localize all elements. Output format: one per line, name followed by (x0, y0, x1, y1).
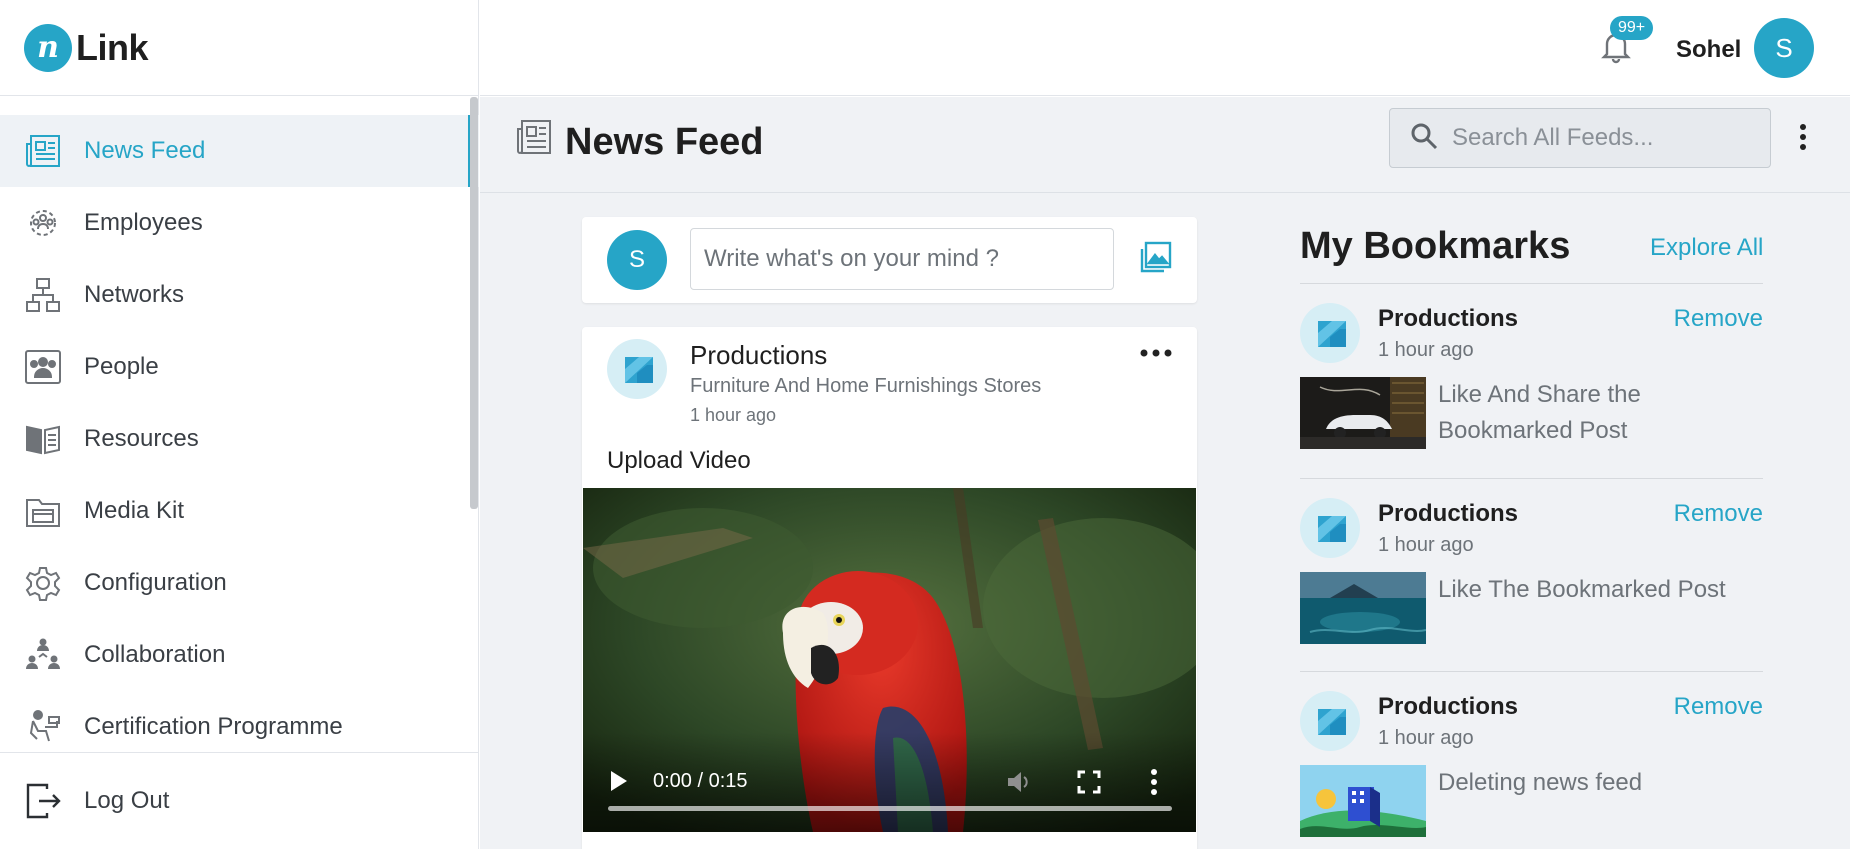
bookmark-text: Like The Bookmarked Post (1438, 576, 1726, 603)
more-vertical-icon[interactable] (1793, 122, 1813, 152)
network-icon (24, 276, 62, 314)
post-composer: S (582, 217, 1197, 303)
remove-bookmark-button[interactable]: Remove (1674, 693, 1763, 721)
post-author[interactable]: Productions (690, 340, 827, 371)
composer-avatar: S (607, 230, 667, 290)
remove-bookmark-button[interactable]: Remove (1674, 305, 1763, 333)
page-title: News Feed (565, 121, 764, 163)
sidebar-item-label: Resources (84, 425, 199, 452)
search-box[interactable] (1389, 108, 1771, 168)
newspaper-icon (24, 132, 62, 170)
media-kit-icon (24, 492, 62, 530)
bookmark-time: 1 hour ago (1378, 534, 1474, 556)
org-logo-icon[interactable] (607, 339, 667, 399)
book-icon (24, 420, 62, 458)
ocean-thumbnail (1300, 572, 1426, 644)
sidebar-item-label: Networks (84, 281, 185, 308)
car-thumbnail (1300, 377, 1426, 449)
remove-bookmark-button[interactable]: Remove (1674, 500, 1763, 528)
sidebar-item-networks[interactable]: Networks (0, 259, 479, 331)
explore-all-link[interactable]: Explore All (1650, 234, 1763, 262)
sidebar-item-people[interactable]: People (0, 331, 479, 403)
logout-icon (24, 782, 62, 820)
sidebar-item-configuration[interactable]: Configuration (0, 547, 479, 619)
sidebar-item-employees[interactable]: Employees (0, 187, 479, 259)
sidebar-item-certification-programme[interactable]: Certification Programme (0, 691, 479, 752)
top-bar: 99+ Sohel S (480, 0, 1850, 96)
video-more-icon[interactable] (1149, 768, 1159, 796)
gear-icon (24, 564, 62, 602)
sidebar-item-collaboration[interactable]: Collaboration (0, 619, 479, 691)
org-logo-icon (1300, 303, 1360, 363)
sidebar-item-label: Certification Programme (84, 713, 343, 740)
notification-badge: 99+ (1610, 16, 1654, 40)
video-controls: 0:00 / 0:15 (583, 732, 1196, 832)
org-logo-icon (1300, 691, 1360, 751)
divider (1300, 671, 1763, 672)
divider (1300, 478, 1763, 479)
sidebar-item-resources[interactable]: Resources (0, 403, 479, 475)
sidebar-item-news-feed[interactable]: News Feed (0, 115, 479, 187)
sidebar-scrollbar[interactable] (470, 97, 478, 509)
image-upload-icon[interactable] (1138, 241, 1174, 277)
video-time: 0:00 / 0:15 (653, 770, 748, 792)
bookmark-text: Deleting news feed (1438, 769, 1643, 796)
certification-icon (24, 708, 62, 746)
employees-icon (24, 204, 62, 242)
bookmark-time: 1 hour ago (1378, 727, 1474, 749)
post-text: Upload Video (607, 447, 751, 474)
logout-label: Log Out (84, 787, 170, 814)
video-player[interactable]: 0:00 / 0:15 (583, 488, 1196, 832)
bookmark-author: Productions (1378, 500, 1519, 527)
sidebar-item-label: Configuration (84, 569, 227, 596)
newspaper-icon (516, 119, 552, 160)
post-timestamp: 1 hour ago (690, 405, 777, 425)
fullscreen-icon[interactable] (1077, 770, 1101, 794)
bookmark-item[interactable]: Productions Remove 1 hour ago Deleting n… (1300, 681, 1763, 849)
bookmark-author: Productions (1378, 305, 1519, 332)
sidebar-item-label: People (84, 353, 159, 380)
org-logo-icon (1300, 498, 1360, 558)
post-subtitle: Furniture And Home Furnishings Stores (690, 375, 1042, 397)
video-progress-bar[interactable] (608, 806, 1172, 811)
logout-button[interactable]: Log Out (0, 752, 479, 849)
user-avatar[interactable]: S (1754, 18, 1814, 78)
logo-mark-icon: n (24, 23, 72, 72)
sidebar: n Link News Feed Employees Networks Peop… (0, 0, 479, 849)
divider (1300, 283, 1763, 284)
play-icon[interactable] (609, 769, 629, 793)
bookmark-item[interactable]: Productions Remove 1 hour ago Like The B… (1300, 488, 1763, 678)
collaboration-icon (24, 636, 62, 674)
bookmarks-title: My Bookmarks (1300, 225, 1571, 267)
bookmark-time: 1 hour ago (1378, 339, 1474, 361)
feed-post: Productions Furniture And Home Furnishin… (582, 327, 1197, 849)
search-icon (1410, 122, 1438, 155)
app-logo[interactable]: n Link (0, 0, 478, 96)
psd-file-thumbnail (1300, 765, 1426, 837)
bookmark-item[interactable]: Productions Remove 1 hour ago Like And S… (1300, 293, 1763, 483)
people-icon (24, 348, 62, 386)
sidebar-item-label: Media Kit (84, 497, 185, 524)
search-input[interactable] (1452, 124, 1752, 152)
more-horizontal-icon[interactable] (1138, 343, 1174, 363)
sidebar-item-label: Collaboration (84, 641, 226, 668)
main-content: News Feed S Productions Furniture And Ho… (480, 97, 1850, 849)
sidebar-item-label: News Feed (84, 137, 206, 164)
volume-icon[interactable] (1005, 768, 1033, 796)
sidebar-item-label: Employees (84, 209, 203, 236)
sidebar-nav: News Feed Employees Networks People Reso… (0, 97, 479, 752)
page-header: News Feed (480, 97, 1850, 193)
bookmark-text: Like And Share the Bookmarked Post (1438, 381, 1641, 444)
bookmark-author: Productions (1378, 693, 1519, 720)
logo-text: Link (76, 26, 149, 68)
sidebar-item-media-kit[interactable]: Media Kit (0, 475, 479, 547)
composer-input[interactable] (690, 228, 1114, 290)
user-name[interactable]: Sohel (1676, 36, 1741, 64)
